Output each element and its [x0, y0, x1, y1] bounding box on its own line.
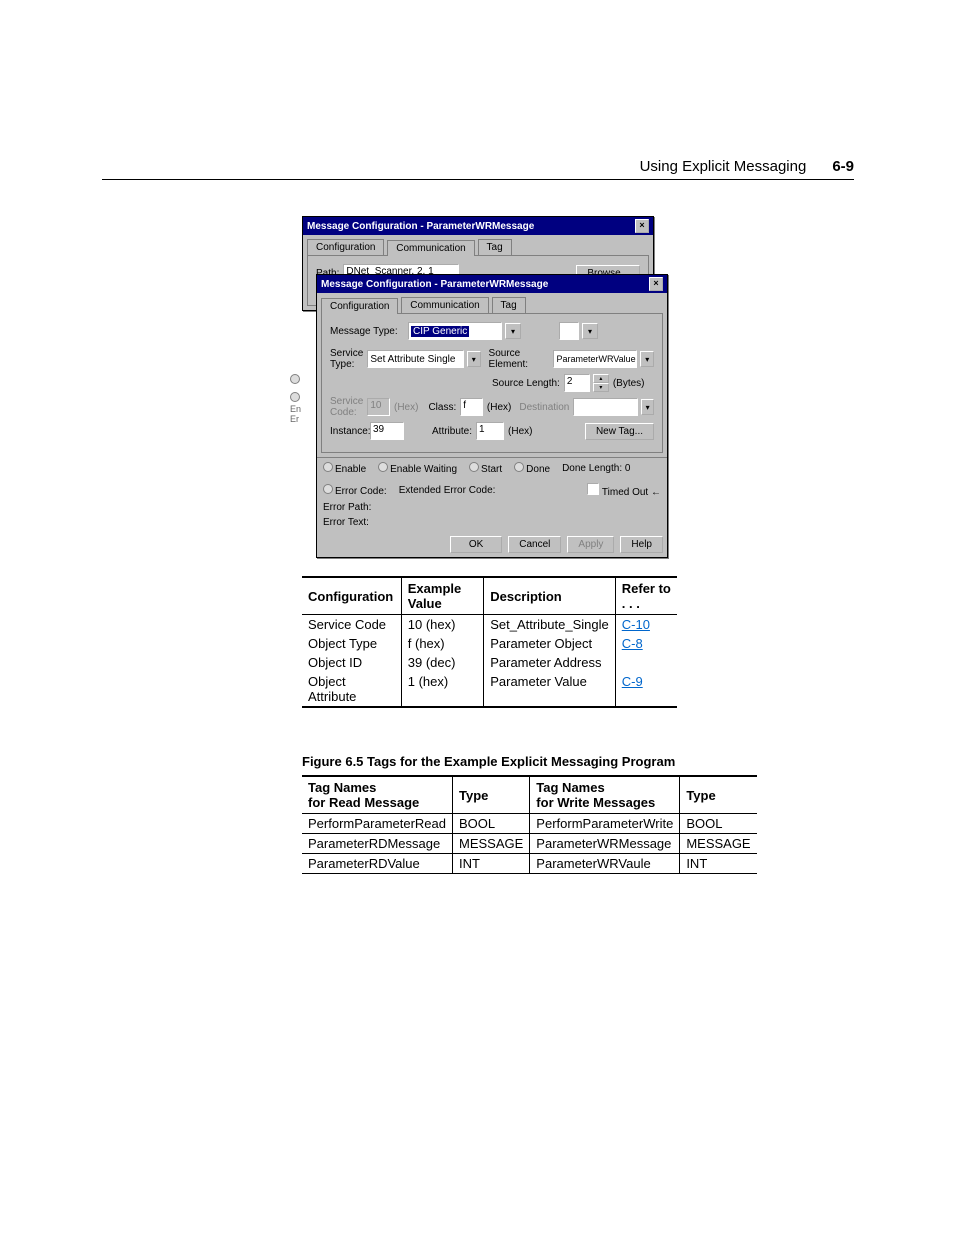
th-description: Description	[484, 577, 616, 615]
dest-select[interactable]	[573, 398, 638, 416]
attribute-input[interactable]: 1	[476, 422, 504, 440]
ok-button[interactable]: OK	[450, 536, 502, 553]
table-row: Object ID39 (dec)Parameter Address	[302, 653, 677, 672]
table-row: PerformParameterReadBOOL	[302, 814, 529, 834]
table-row: ParameterRDMessageMESSAGE	[302, 834, 529, 854]
dest-label: Destination	[519, 402, 569, 413]
th-example: Example Value	[401, 577, 483, 615]
th-write-tags: Tag Namesfor Write Messages	[530, 776, 680, 814]
th-read-tags: Tag Namesfor Read Message	[302, 776, 453, 814]
tags-table: Tag Namesfor Read Message Type PerformPa…	[302, 775, 677, 874]
help-button[interactable]: Help	[620, 536, 663, 553]
header-title: Using Explicit Messaging	[640, 158, 807, 175]
side-led-group: En Er	[290, 374, 302, 424]
page-header: Using Explicit Messaging 6-9	[102, 158, 854, 180]
msgtype-label: Message Type:	[330, 326, 404, 337]
table-row: Service Code10 (hex)Set_Attribute_Single…	[302, 615, 677, 635]
table-row: Object Typef (hex)Parameter Object C-8	[302, 634, 677, 653]
timedout-checkbox[interactable]: Timed Out ←	[587, 483, 661, 498]
error-text-label: Error Text:	[323, 517, 369, 528]
msgtype-select[interactable]: CIP Generic	[408, 322, 502, 340]
attribute-label: Attribute:	[432, 426, 472, 437]
hex-label: (Hex)	[487, 402, 511, 413]
table-row: ParameterWRVauleINT	[530, 854, 757, 874]
cancel-button[interactable]: Cancel	[508, 536, 561, 553]
spinner-down-icon[interactable]: ▾	[593, 383, 609, 392]
page-number: 6-9	[832, 158, 854, 175]
link-c9[interactable]: C-9	[622, 674, 643, 689]
chevron-down-icon[interactable]: ▾	[582, 323, 598, 339]
srcelem-label: Source Element:	[489, 348, 550, 370]
srclen-label: Source Length:	[492, 378, 560, 389]
aux-select[interactable]	[559, 322, 579, 340]
dialog-screenshot: Message Configuration - ParameterWRMessa…	[302, 216, 672, 536]
outer-title: Message Configuration - ParameterWRMessa…	[307, 221, 534, 232]
inner-dialog: Message Configuration - ParameterWRMessa…	[316, 274, 668, 558]
chevron-down-icon[interactable]: ▾	[640, 351, 654, 367]
svctype-label: Service Type:	[330, 348, 363, 370]
close-icon[interactable]: ×	[635, 219, 649, 233]
error-path-label: Error Path:	[323, 502, 371, 513]
table-row: PerformParameterWriteBOOL	[530, 814, 757, 834]
status-error-code: Error Code:	[323, 484, 387, 497]
status-enable: Enable	[323, 462, 366, 475]
status-enable-waiting: Enable Waiting	[378, 462, 457, 475]
tab-tag[interactable]: Tag	[478, 239, 512, 255]
side-label-er: Er	[290, 414, 302, 424]
instance-input[interactable]: 39	[370, 422, 404, 440]
th-refer: Refer to . . .	[615, 577, 677, 615]
class-input[interactable]: f	[460, 398, 483, 416]
ext-error-label: Extended Error Code:	[399, 485, 496, 496]
inner-titlebar: Message Configuration - ParameterWRMessa…	[317, 275, 667, 293]
tab-configuration[interactable]: Configuration	[321, 298, 398, 314]
svccode-label: Service Code:	[330, 396, 363, 418]
configuration-table: Configuration Example Value Description …	[302, 576, 677, 708]
table-row: ParameterWRMessageMESSAGE	[530, 834, 757, 854]
link-c10[interactable]: C-10	[622, 617, 650, 632]
svctype-select[interactable]: Set Attribute Single	[367, 350, 464, 368]
chevron-down-icon[interactable]: ▾	[467, 351, 481, 367]
newtag-button[interactable]: New Tag...	[585, 423, 654, 440]
hex-label: (Hex)	[394, 402, 418, 413]
close-icon[interactable]: ×	[649, 277, 663, 291]
done-length: Done Length: 0	[562, 463, 630, 474]
status-start: Start	[469, 462, 502, 475]
link-c8[interactable]: C-8	[622, 636, 643, 651]
chevron-down-icon[interactable]: ▾	[505, 323, 521, 339]
tab-configuration[interactable]: Configuration	[307, 239, 384, 255]
instance-label: Instance:	[330, 426, 366, 437]
side-label-en: En	[290, 404, 302, 414]
tab-communication[interactable]: Communication	[387, 240, 474, 256]
inner-title: Message Configuration - ParameterWRMessa…	[321, 279, 548, 290]
table-row: ParameterRDValueINT	[302, 854, 529, 874]
svccode-input: 10	[367, 398, 390, 416]
bytes-label: (Bytes)	[613, 378, 645, 389]
table-row: Object Attribute1 (hex)Parameter Value C…	[302, 672, 677, 707]
chevron-down-icon[interactable]: ▾	[641, 399, 654, 415]
status-done: Done	[514, 462, 550, 475]
tab-tag[interactable]: Tag	[492, 297, 526, 313]
srclen-input[interactable]: 2	[564, 374, 590, 392]
spinner-up-icon[interactable]: ▴	[593, 374, 609, 383]
th-type: Type	[680, 776, 757, 814]
hex-label: (Hex)	[508, 426, 532, 437]
apply-button[interactable]: Apply	[567, 536, 614, 553]
th-type: Type	[453, 776, 530, 814]
srcelem-select[interactable]: ParameterWRValue	[553, 350, 637, 368]
class-label: Class:	[428, 402, 456, 413]
th-configuration: Configuration	[302, 577, 401, 615]
tab-communication[interactable]: Communication	[401, 297, 488, 313]
outer-titlebar: Message Configuration - ParameterWRMessa…	[303, 217, 653, 235]
figure-caption: Figure 6.5 Tags for the Example Explicit…	[302, 754, 677, 769]
